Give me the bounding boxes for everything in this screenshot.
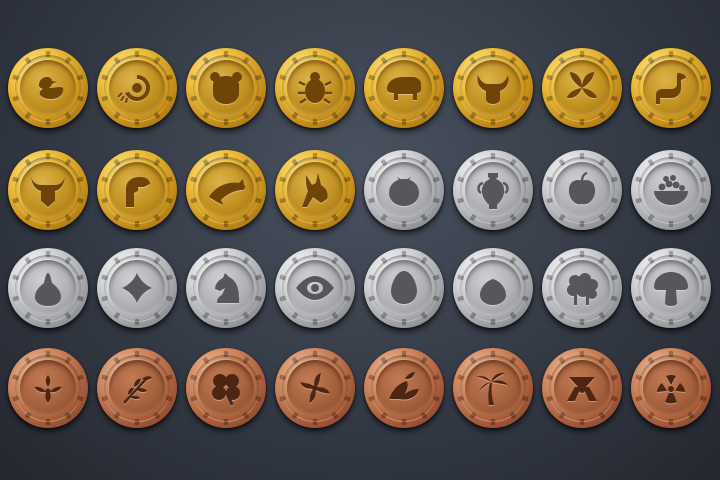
coin-silver-diamond[interactable] [97,248,177,328]
coin-bronze-branch[interactable] [97,348,177,428]
garlic-icon [453,248,533,328]
hazard-icon [542,348,622,428]
coin-sheet [0,0,720,480]
coin-row [0,140,720,240]
amphora-icon [453,150,533,230]
coin-row [0,38,720,138]
bull-skull-icon [8,150,88,230]
coin-silver-chess-knight[interactable] [186,248,266,328]
sheep-icon [542,248,622,328]
coin-silver-mushroom[interactable] [631,248,711,328]
coin-bronze-hazard[interactable] [542,348,622,428]
leaf-icon [542,48,622,128]
pear-icon [8,248,88,328]
coin-bronze-clover[interactable] [186,348,266,428]
coin-gold-beetle[interactable] [275,48,355,128]
mushroom-icon [631,248,711,328]
dolphin-icon [186,150,266,230]
coin-gold-bison[interactable] [364,48,444,128]
coin-bronze-lotus-leaf[interactable] [364,348,444,428]
coin-gold-bull-skull[interactable] [8,150,88,230]
coin-silver-tomato[interactable] [364,150,444,230]
palm-tree-icon [453,348,533,428]
ammonite-icon [97,48,177,128]
tomato-icon [364,150,444,230]
coin-bronze-ornament[interactable] [8,348,88,428]
coin-silver-amphora[interactable] [453,150,533,230]
eye-ring-icon [275,248,355,328]
coin-gold-leaf[interactable] [542,48,622,128]
dinosaur-icon [97,150,177,230]
coin-silver-apple[interactable] [542,150,622,230]
camel-icon [631,48,711,128]
coin-silver-sheep[interactable] [542,248,622,328]
coin-gold-bear[interactable] [186,48,266,128]
donkey-icon [275,150,355,230]
coin-silver-garlic[interactable] [453,248,533,328]
berry-bowl-icon [631,150,711,230]
coin-gold-dolphin[interactable] [186,150,266,230]
lotus-leaf-icon [364,348,444,428]
coin-gold-horns[interactable] [453,48,533,128]
duck-icon [8,48,88,128]
apple-icon [542,150,622,230]
coin-row [0,338,720,438]
coin-silver-pear[interactable] [8,248,88,328]
coin-gold-duck[interactable] [8,48,88,128]
coin-row [0,238,720,338]
diamond-icon [97,248,177,328]
coin-silver-eye-ring[interactable] [275,248,355,328]
coin-bronze-radiation[interactable] [631,348,711,428]
pinwheel-icon [275,348,355,428]
beetle-icon [275,48,355,128]
egg-icon [364,248,444,328]
branch-icon [97,348,177,428]
horns-icon [453,48,533,128]
coin-gold-ammonite[interactable] [97,48,177,128]
bison-icon [364,48,444,128]
coin-silver-berry-bowl[interactable] [631,150,711,230]
coin-gold-donkey[interactable] [275,150,355,230]
chess-knight-icon [186,248,266,328]
coin-bronze-pinwheel[interactable] [275,348,355,428]
coin-gold-dinosaur[interactable] [97,150,177,230]
bear-icon [186,48,266,128]
coin-gold-camel[interactable] [631,48,711,128]
radiation-icon [631,348,711,428]
coin-bronze-palm-tree[interactable] [453,348,533,428]
coin-silver-egg[interactable] [364,248,444,328]
ornament-icon [8,348,88,428]
clover-icon [186,348,266,428]
